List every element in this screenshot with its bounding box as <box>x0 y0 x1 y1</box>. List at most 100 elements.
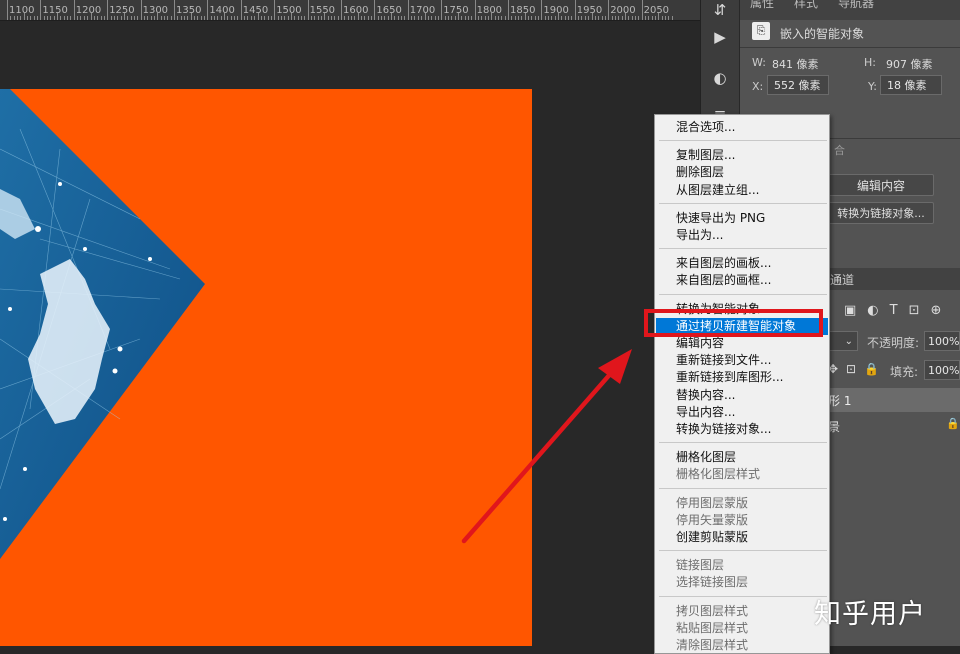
ruler-minor-tick <box>661 16 663 20</box>
ruler-minor-tick <box>67 16 69 20</box>
opacity-label: 不透明度: <box>867 336 920 350</box>
ruler-minor-tick <box>344 16 346 20</box>
ruler-minor-tick <box>494 16 496 20</box>
tab-properties[interactable]: 属性 <box>750 0 774 11</box>
ruler-minor-tick <box>130 16 132 20</box>
ruler-minor-tick <box>387 16 389 20</box>
x-label: X: <box>752 80 764 93</box>
ruler-minor-tick <box>27 16 29 20</box>
menu-item[interactable]: 转换为链接对象... <box>656 421 828 438</box>
canvas-area[interactable] <box>0 21 700 646</box>
fill-field[interactable]: 100% <box>924 360 960 380</box>
ruler-tick <box>7 0 8 20</box>
ruler-tick <box>541 0 543 20</box>
convert-to-linked-button[interactable]: 转换为链接对象... <box>828 202 934 224</box>
ruler-minor-tick <box>47 16 49 20</box>
ruler-tick-label: 1950 <box>576 5 603 16</box>
menu-item[interactable]: 从图层建立组... <box>656 182 828 199</box>
menu-separator <box>659 550 827 552</box>
menu-item[interactable]: 重新链接到文件... <box>656 352 828 369</box>
ruler-minor-tick <box>634 16 636 20</box>
ruler-tick <box>508 0 509 20</box>
history-icon[interactable]: ⇵ <box>710 0 730 20</box>
ruler-tick-label: 1150 <box>42 5 68 16</box>
menu-item[interactable]: 替换内容... <box>656 387 828 404</box>
ruler-minor-tick <box>167 16 169 20</box>
edit-contents-button[interactable]: 编辑内容 <box>828 174 934 196</box>
ruler-minor-tick <box>277 16 279 20</box>
opacity-field[interactable]: 100% <box>924 331 960 351</box>
adjustments-icon[interactable]: ◐ <box>710 68 730 88</box>
ruler-minor-tick <box>467 16 469 20</box>
ruler-tick-label: 1750 <box>443 5 469 16</box>
menu-item[interactable]: 来自图层的画框... <box>656 272 828 289</box>
horizontal-ruler[interactable]: 1100 1150 1200 1250 1300 1350 1400 1450 1500 1550… <box>0 0 700 21</box>
ruler-minor-tick <box>237 16 239 20</box>
ruler-minor-tick <box>20 16 22 20</box>
ruler-minor-tick <box>204 16 206 20</box>
ruler-minor-tick <box>43 16 45 20</box>
menu-item[interactable]: 快速导出为 PNG <box>656 210 828 227</box>
ruler-minor-tick <box>544 16 546 20</box>
ruler-tick-label: 1400 <box>209 5 235 16</box>
ruler-minor-tick <box>638 16 640 20</box>
tab-channels[interactable]: 通道 <box>830 271 854 288</box>
ruler-minor-tick <box>414 16 416 20</box>
y-field[interactable]: 18 像素 <box>880 75 942 95</box>
menu-item[interactable]: 导出为... <box>656 227 828 244</box>
ruler-minor-tick <box>184 16 186 20</box>
smart-object-icon: ⎘ <box>752 22 770 40</box>
fill-label: 填充: <box>890 365 919 379</box>
ruler-minor-tick <box>147 16 149 20</box>
ruler-tick-label: 1450 <box>242 5 269 16</box>
menu-item[interactable]: 导出内容... <box>656 404 828 421</box>
menu-item[interactable]: 复制图层... <box>656 147 828 164</box>
ruler-minor-tick <box>160 16 162 20</box>
ruler-minor-tick <box>30 16 32 20</box>
lock-icons: ✥⊡🔒 <box>828 362 888 376</box>
document-canvas[interactable] <box>0 89 532 646</box>
ruler-minor-tick <box>83 16 85 20</box>
menu-item[interactable]: 编辑内容 <box>656 335 828 352</box>
menu-item[interactable]: 栅格化图层 <box>656 449 828 466</box>
layer-row-background[interactable]: 景 🔒 <box>820 414 960 438</box>
menu-item[interactable]: 混合选项... <box>656 119 828 136</box>
h-value[interactable]: 907 像素 <box>886 56 933 72</box>
ruler-minor-tick <box>284 16 286 20</box>
ruler-minor-tick <box>581 16 583 20</box>
ruler-minor-tick <box>518 16 520 20</box>
ruler-minor-tick <box>538 16 540 20</box>
ruler-minor-tick <box>170 16 172 20</box>
ruler-minor-tick <box>444 16 446 20</box>
ruler-tick-label: 2050 <box>643 5 670 16</box>
menu-item[interactable]: 创建剪贴蒙版 <box>656 529 828 546</box>
actions-play-icon[interactable]: ▶ <box>710 27 730 47</box>
ruler-minor-tick <box>127 16 129 20</box>
ruler-minor-tick <box>103 16 105 20</box>
menu-item[interactable]: 重新链接到库图形... <box>656 369 828 386</box>
ruler-minor-tick <box>397 16 399 20</box>
ruler-minor-tick <box>417 16 419 20</box>
ruler-minor-tick <box>381 16 383 20</box>
ruler-minor-tick <box>63 16 65 20</box>
ruler-tick-label: 1350 <box>176 5 202 16</box>
ruler-minor-tick <box>267 16 269 20</box>
ruler-minor-tick <box>10 16 12 20</box>
x-field[interactable]: 552 像素 <box>767 75 829 95</box>
ruler-tick-label: 1500 <box>276 5 302 16</box>
blend-mode-select[interactable]: ⌄ <box>828 331 858 351</box>
ruler-minor-tick <box>37 16 39 20</box>
ruler-minor-tick <box>534 16 536 20</box>
ruler-minor-tick <box>521 16 523 20</box>
tab-navigator[interactable]: 导航器 <box>838 0 874 11</box>
y-label: Y: <box>868 80 877 93</box>
tab-styles[interactable]: 样式 <box>794 0 818 11</box>
layer-row[interactable]: 形 1 <box>820 388 960 412</box>
ruler-minor-tick <box>584 16 586 20</box>
ruler-minor-tick <box>611 16 613 20</box>
menu-separator <box>659 293 827 295</box>
w-value[interactable]: 841 像素 <box>772 56 819 72</box>
menu-item[interactable]: 来自图层的画板... <box>656 255 828 272</box>
menu-item[interactable]: 删除图层 <box>656 164 828 181</box>
ruler-tick <box>341 0 342 20</box>
